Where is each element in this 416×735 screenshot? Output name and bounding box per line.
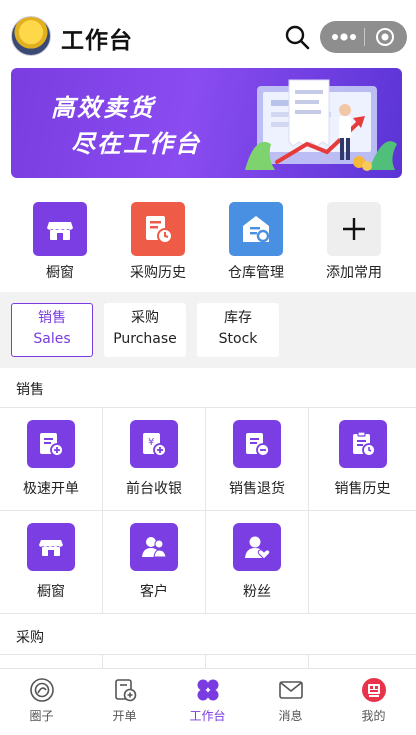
nav-item-order[interactable]: 开单 [83,677,166,724]
tab-label-cn: 库存 [224,310,252,326]
grid-item-purchase[interactable] [309,655,416,669]
purchase-history-icon [131,202,185,256]
grid-item-purchase[interactable] [103,655,206,669]
section-title-sales: 销售 [16,382,44,398]
quick-app-purchase-history[interactable]: 采购历史 [108,196,208,282]
grid-item-label: 销售历史 [334,481,391,497]
grid-item-empty [309,511,416,614]
capsule-divider [364,28,365,46]
tab-label-en: Sales [33,331,71,347]
quick-order-icon [27,420,75,468]
avatar[interactable] [11,16,51,56]
tab-label-en: Purchase [113,331,177,347]
category-tabs: 销售 Sales 采购 Purchase 库存 Stock [0,292,416,368]
tab-sales[interactable]: 销售 Sales [11,303,93,357]
grid-item-label: 粉丝 [243,584,271,600]
quick-app-add[interactable]: 添加常用 [304,196,404,282]
nav-item-workbench[interactable]: 工作台 [166,677,249,724]
storefront-icon [27,523,75,571]
grid-item-fans[interactable]: 粉丝 [206,511,309,614]
nav-label: 圈子 [29,709,54,723]
grid-item-sales-history[interactable]: 销售历史 [309,408,416,511]
profile-icon [361,678,386,702]
nav-item-circle[interactable]: 圈子 [0,677,83,724]
nav-item-profile[interactable]: 我的 [332,677,415,724]
promo-banner[interactable]: 高效卖货 尽在工作台 [11,68,402,178]
purchase-grid [0,654,416,669]
grid-item-label: 客户 [140,584,168,600]
quick-app-label: 橱窗 [46,265,74,281]
search-icon[interactable] [284,24,310,50]
quick-app-label: 采购历史 [130,265,186,281]
message-icon [278,681,303,699]
grid-item-quick-order[interactable]: 极速开单 [0,408,103,511]
grid-item-purchase[interactable] [0,655,103,669]
workbench-icon [197,679,218,701]
warehouse-icon [229,202,283,256]
sales-grid: 极速开单 ¥ 前台收银 销售退货 销售历史 橱窗 客户 粉丝 [0,407,416,616]
nav-label: 我的 [361,709,386,723]
grid-item-storefront[interactable]: 橱窗 [0,511,103,614]
grid-item-label: 橱窗 [37,584,65,600]
more-dots-icon[interactable] [329,27,359,47]
banner-illustration [245,79,397,171]
grid-item-label: 极速开单 [23,481,79,497]
grid-item-label: 销售退货 [229,481,285,497]
banner-subheadline: 尽在工作台 [71,130,201,158]
grid-item-sales-return[interactable]: 销售退货 [206,408,309,511]
quick-app-label: 添加常用 [326,265,382,281]
tab-label-cn: 采购 [131,310,159,326]
banner-headline: 高效卖货 [51,94,155,122]
grid-item-purchase[interactable] [206,655,309,669]
tab-label-en: Stock [218,331,258,347]
mini-program-capsule [320,21,407,53]
circle-icon [29,678,54,702]
svg-text:¥: ¥ [148,437,154,448]
cashier-icon: ¥ [130,420,178,468]
sales-return-icon [233,420,281,468]
nav-item-message[interactable]: 消息 [249,677,332,724]
customers-icon [130,523,178,571]
tab-stock[interactable]: 库存 Stock [197,303,279,357]
grid-item-label: 前台收银 [126,481,182,497]
target-icon[interactable] [375,27,395,47]
grid-item-customers[interactable]: 客户 [103,511,206,614]
fans-icon [233,523,281,571]
page-title: 工作台 [61,28,133,54]
tab-label-cn: 销售 [38,310,66,326]
quick-apps: 橱窗 采购历史 仓库管理 添加常用 [0,196,416,290]
nav-label: 开单 [112,709,137,723]
section-title-purchase: 采购 [16,630,44,646]
nav-label: 工作台 [189,709,226,723]
sales-history-icon [338,420,387,468]
grid-item-cashier[interactable]: ¥ 前台收银 [103,408,206,511]
order-icon [114,679,136,702]
nav-label: 消息 [278,709,303,723]
header: 工作台 [0,0,416,66]
plus-icon [327,202,381,256]
quick-app-label: 仓库管理 [228,265,284,281]
quick-app-warehouse[interactable]: 仓库管理 [206,196,306,282]
tab-purchase[interactable]: 采购 Purchase [104,303,186,357]
quick-app-storefront[interactable]: 橱窗 [10,196,110,282]
storefront-icon [33,202,87,256]
bottom-nav: 圈子 开单 工作台 消息 我的 [0,668,416,735]
